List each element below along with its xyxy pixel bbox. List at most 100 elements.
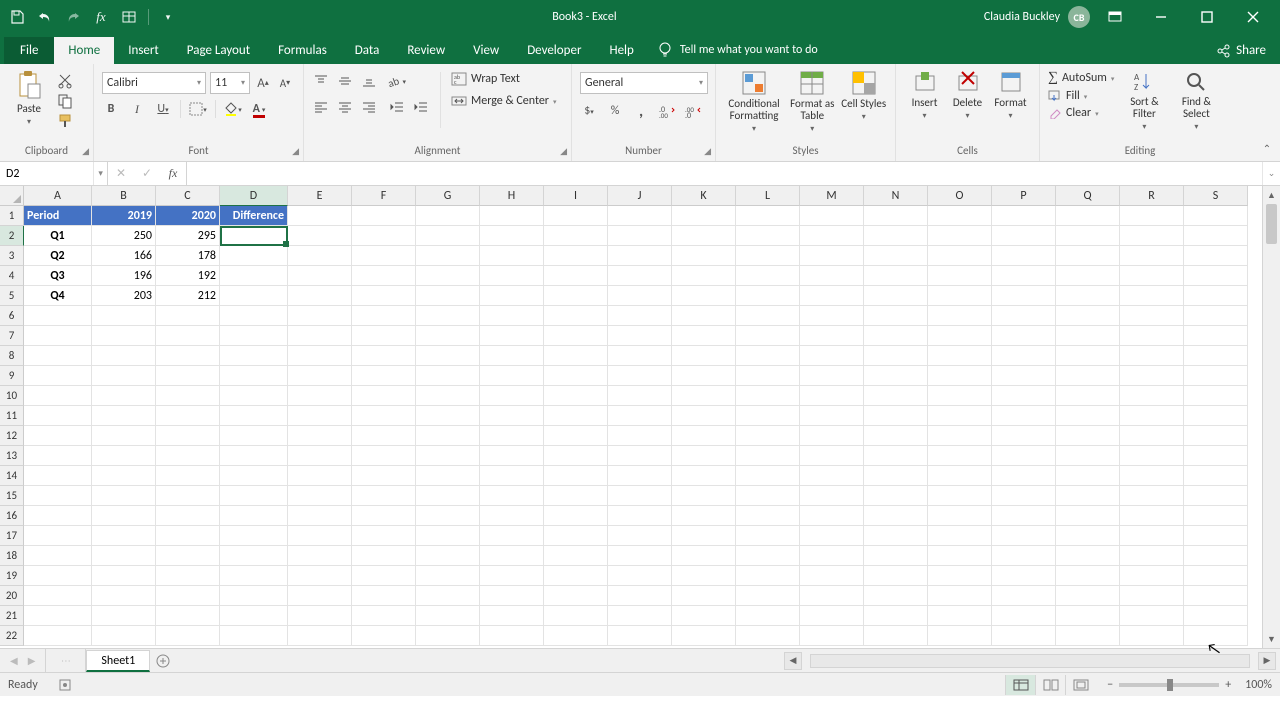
cell[interactable] [288, 626, 352, 646]
cell[interactable]: Q3 [24, 266, 92, 286]
format-painter-icon[interactable] [56, 112, 74, 130]
tab-formulas[interactable]: Formulas [264, 37, 341, 64]
cell[interactable] [1184, 326, 1248, 346]
row-header[interactable]: 18 [0, 546, 24, 566]
dialog-launcher-icon[interactable]: ◢ [704, 146, 711, 157]
col-header[interactable]: F [352, 186, 416, 206]
cell[interactable] [736, 466, 800, 486]
col-header[interactable]: I [544, 186, 608, 206]
row-header[interactable]: 22 [0, 626, 24, 646]
cell[interactable] [288, 606, 352, 626]
align-top-icon[interactable] [312, 72, 330, 90]
cell[interactable] [992, 206, 1056, 226]
cell[interactable] [1056, 366, 1120, 386]
cell[interactable] [928, 366, 992, 386]
cell[interactable] [288, 346, 352, 366]
cell[interactable] [1056, 286, 1120, 306]
cell[interactable] [544, 586, 608, 606]
copy-icon[interactable] [56, 92, 74, 110]
cell[interactable] [24, 406, 92, 426]
cell[interactable] [92, 626, 156, 646]
cell[interactable] [928, 346, 992, 366]
cell[interactable] [1184, 426, 1248, 446]
row-header[interactable]: 5 [0, 286, 24, 306]
cell[interactable] [352, 586, 416, 606]
cell[interactable] [992, 466, 1056, 486]
cell[interactable]: 203 [92, 286, 156, 306]
cell[interactable] [1184, 626, 1248, 646]
cell[interactable] [24, 566, 92, 586]
cell[interactable] [1056, 546, 1120, 566]
border-icon[interactable]: ▾ [189, 100, 207, 118]
col-header[interactable]: Q [1056, 186, 1120, 206]
cell[interactable] [736, 366, 800, 386]
cell[interactable] [288, 546, 352, 566]
col-header[interactable]: L [736, 186, 800, 206]
tab-developer[interactable]: Developer [513, 37, 595, 64]
cell[interactable] [352, 266, 416, 286]
cell[interactable]: 192 [156, 266, 220, 286]
cell[interactable] [928, 606, 992, 626]
cell[interactable] [480, 366, 544, 386]
cell[interactable] [928, 566, 992, 586]
format-cells-button[interactable]: Format▾ [990, 68, 1031, 121]
cell[interactable] [1120, 626, 1184, 646]
col-header[interactable]: S [1184, 186, 1248, 206]
cell[interactable] [480, 486, 544, 506]
cut-icon[interactable] [56, 72, 74, 90]
redo-icon[interactable] [64, 8, 82, 26]
cell[interactable] [608, 246, 672, 266]
merge-center-button[interactable]: Merge & Center▾ [451, 94, 557, 108]
font-name-select[interactable]: Calibri▾ [102, 72, 206, 94]
cell[interactable] [352, 606, 416, 626]
cell[interactable] [992, 506, 1056, 526]
cell[interactable] [544, 446, 608, 466]
tab-insert[interactable]: Insert [114, 37, 173, 64]
cell[interactable] [608, 566, 672, 586]
cell[interactable] [800, 546, 864, 566]
cell[interactable] [480, 206, 544, 226]
cell[interactable] [1120, 326, 1184, 346]
row-header[interactable]: 20 [0, 586, 24, 606]
cell[interactable] [928, 626, 992, 646]
user-avatar[interactable]: CB [1068, 6, 1090, 28]
cell[interactable] [608, 446, 672, 466]
cell[interactable] [480, 606, 544, 626]
align-bottom-icon[interactable] [360, 72, 378, 90]
cell[interactable] [480, 326, 544, 346]
cell[interactable] [1056, 306, 1120, 326]
cell[interactable] [1120, 446, 1184, 466]
cell[interactable] [288, 326, 352, 346]
decrease-font-icon[interactable]: A▾ [276, 74, 294, 92]
tell-me-search[interactable]: Tell me what you want to do [648, 36, 828, 64]
cell[interactable] [24, 486, 92, 506]
cell[interactable] [156, 506, 220, 526]
cell[interactable] [736, 346, 800, 366]
row-header[interactable]: 9 [0, 366, 24, 386]
cell[interactable] [800, 606, 864, 626]
cell[interactable] [800, 346, 864, 366]
cell[interactable] [352, 306, 416, 326]
cell[interactable] [608, 606, 672, 626]
cell[interactable] [220, 326, 288, 346]
cell[interactable] [608, 506, 672, 526]
cell[interactable]: 2019 [92, 206, 156, 226]
decrease-indent-icon[interactable] [388, 98, 406, 116]
cell[interactable]: 178 [156, 246, 220, 266]
row-header[interactable]: 11 [0, 406, 24, 426]
cell[interactable] [1120, 386, 1184, 406]
cell[interactable] [928, 506, 992, 526]
cell[interactable] [220, 586, 288, 606]
cell[interactable] [480, 406, 544, 426]
cell[interactable] [92, 386, 156, 406]
cell[interactable] [92, 406, 156, 426]
col-header[interactable]: P [992, 186, 1056, 206]
cell[interactable] [156, 366, 220, 386]
cell[interactable] [92, 506, 156, 526]
cell[interactable] [672, 406, 736, 426]
cell[interactable] [1120, 466, 1184, 486]
conditional-formatting-button[interactable]: Conditional Formatting▾ [724, 68, 784, 134]
cell[interactable] [928, 326, 992, 346]
cell[interactable] [544, 306, 608, 326]
scroll-right-icon[interactable]: ▶ [1258, 652, 1276, 670]
